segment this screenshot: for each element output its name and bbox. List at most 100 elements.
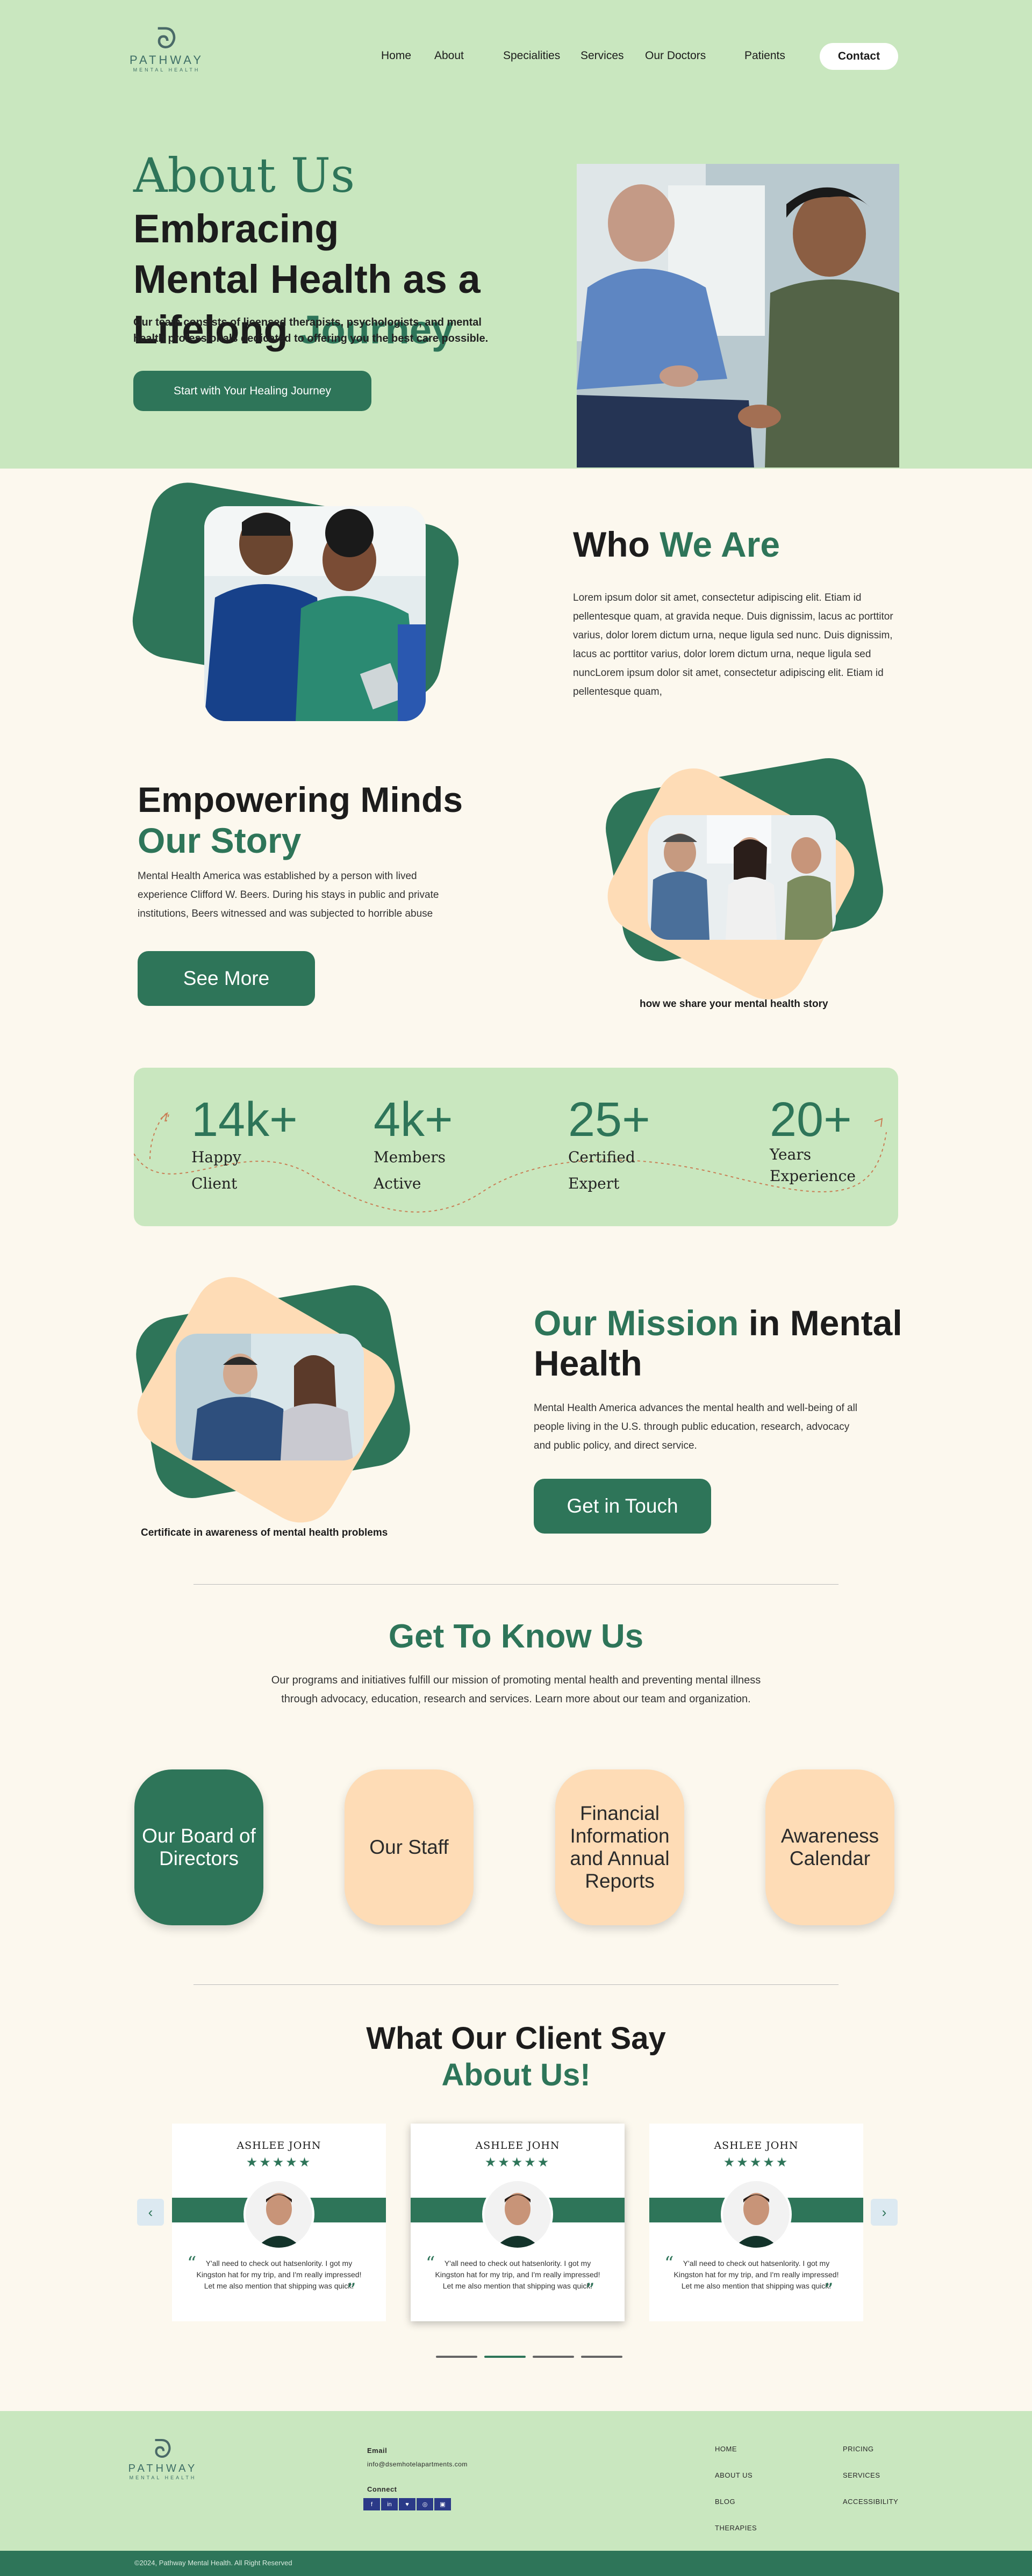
email-label: Email [367, 2447, 388, 2455]
copyright-bar: ©2024, Pathway Mental Health. All Right … [0, 2551, 1032, 2576]
stat-label: Years [770, 1146, 812, 1163]
brand-tagline: MENTAL HEALTH [133, 67, 200, 73]
testimonial-card: ASHLEE JOHN ★★★★★ “ Y'all need to check … [172, 2124, 386, 2321]
footer: ᘐ PATHWAY MENTAL HEALTH [0, 2411, 1032, 2551]
connect-label: Connect [367, 2485, 397, 2493]
testimonial-quote: Y'all need to check out hatsenlority. I … [435, 2259, 600, 2290]
facebook-icon[interactable]: f [363, 2498, 380, 2510]
healing-journey-button[interactable]: Start with Your Healing Journey [133, 371, 371, 411]
rating-stars-icon: ★★★★★ [723, 2155, 790, 2170]
see-more-button[interactable]: See More [138, 951, 315, 1006]
nav-patients[interactable]: Patients [744, 49, 785, 62]
rating-stars-icon: ★★★★★ [484, 2155, 551, 2170]
avatar [721, 2179, 792, 2250]
mission-title: Our Mission in Mental Health [534, 1303, 902, 1384]
stat-value: 4k+ [374, 1093, 453, 1147]
group-therapy-photo [648, 815, 836, 940]
card-awareness-calendar[interactable]: Awareness Calendar [765, 1769, 894, 1925]
who-we-are-title: Who We Are [573, 524, 780, 565]
clients-title: What Our Client Say About Us! [0, 2020, 1032, 2093]
mission-title-c: Health [534, 1343, 642, 1383]
get-in-touch-button[interactable]: Get in Touch [534, 1479, 711, 1534]
twitter-icon[interactable]: ♥ [399, 2498, 415, 2510]
testimonial-name: ASHLEE JOHN [236, 2140, 321, 2152]
carousel-prev-button[interactable]: ‹ [137, 2199, 164, 2226]
nav-about[interactable]: About [434, 49, 464, 62]
story-title: Empowering Minds Our Story [138, 779, 463, 861]
quote-close-icon: ” [824, 2279, 834, 2301]
carousel-dot[interactable] [533, 2356, 574, 2358]
testimonial-name: ASHLEE JOHN [714, 2140, 799, 2152]
youtube-icon[interactable]: ▣ [434, 2498, 451, 2510]
stat-label: Experience [770, 1167, 856, 1185]
footer-link-services[interactable]: SERVICES [843, 2471, 880, 2479]
hero-title-line1: Embracing [133, 206, 339, 251]
brand-name: PATHWAY [129, 53, 204, 67]
testimonial-card: ASHLEE JOHN ★★★★★ “ Y'all need to check … [649, 2124, 863, 2321]
clients-title-a: What Our Client Say [366, 2021, 666, 2056]
story-title-a: Empowering Minds [138, 780, 463, 819]
brand-name: PATHWAY [128, 2463, 198, 2474]
hero-section: ᘐ PATHWAY MENTAL HEALTH Home About Speci… [0, 0, 1032, 469]
who-title-a: Who [573, 524, 650, 564]
mission-caption: Certificate in awareness of mental healt… [141, 1527, 388, 1538]
mission-title-b: in Mental [748, 1303, 902, 1343]
stat-members-active: 4k+ Members Active [374, 1096, 453, 1197]
footer-link-therapies[interactable]: THERAPIES [715, 2524, 757, 2532]
footer-link-blog[interactable]: BLOG [715, 2498, 735, 2506]
copyright-text: ©2024, Pathway Mental Health. All Right … [134, 2559, 292, 2567]
quote-close-icon: ” [347, 2279, 356, 2301]
footer-logo[interactable]: ᘐ PATHWAY MENTAL HEALTH [128, 2435, 198, 2481]
brand-logo[interactable]: ᘐ PATHWAY MENTAL HEALTH [129, 24, 204, 73]
stat-happy-client: 14k+ Happy Client [191, 1096, 298, 1197]
carousel-dot[interactable] [436, 2356, 477, 2358]
linkedin-icon[interactable]: in [381, 2498, 398, 2510]
contact-button[interactable]: Contact [820, 43, 898, 70]
testimonial-card: ASHLEE JOHN ★★★★★ “ Y'all need to check … [411, 2124, 625, 2321]
nav-specialities[interactable]: Specialities [503, 49, 560, 62]
footer-link-home[interactable]: HOME [715, 2445, 737, 2453]
stat-value: 25+ [568, 1093, 650, 1147]
section-divider [194, 1584, 838, 1585]
footer-link-about[interactable]: ABOUT US [715, 2471, 752, 2479]
instagram-icon[interactable]: ◎ [417, 2498, 433, 2510]
who-we-are-body: Lorem ipsum dolor sit amet, consectetur … [573, 592, 893, 697]
stat-label: Client [191, 1175, 238, 1192]
brand-mark-icon: ᘐ [154, 2435, 172, 2464]
know-title: Get To Know Us [388, 1618, 644, 1655]
footer-link-accessibility[interactable]: ACCESSIBILITY [843, 2498, 898, 2506]
nav-home[interactable]: Home [381, 49, 411, 62]
hero-title-about: About Us [133, 148, 355, 203]
rating-stars-icon: ★★★★★ [246, 2155, 312, 2170]
nav-our-doctors[interactable]: Our Doctors [645, 49, 706, 62]
carousel-dot[interactable] [581, 2356, 622, 2358]
stat-label: Happy [191, 1148, 241, 1166]
mission-title-a: Our Mission [534, 1303, 739, 1343]
card-board-of-directors[interactable]: Our Board of Directors [134, 1769, 263, 1925]
carousel-next-button[interactable]: › [871, 2199, 898, 2226]
know-body: Our programs and initiatives fulfill our… [271, 1674, 761, 1705]
doctors-photo [204, 506, 426, 721]
footer-link-pricing[interactable]: PRICING [843, 2445, 874, 2453]
card-financial-reports[interactable]: Financial Information and Annual Reports [555, 1769, 684, 1925]
stat-label: Active [374, 1175, 421, 1192]
couple-counseling-photo [176, 1334, 364, 1460]
nav-services[interactable]: Services [580, 49, 624, 62]
stat-certified-expert: 25+ Certified Expert [568, 1096, 650, 1197]
mission-body: Mental Health America advances the menta… [534, 1402, 858, 1451]
testimonial-name: ASHLEE JOHN [475, 2140, 560, 2152]
stat-value: 20+ [770, 1093, 852, 1147]
hero-counseling-photo [577, 164, 899, 467]
stat-value: 14k+ [191, 1093, 298, 1147]
avatar [482, 2179, 553, 2250]
email-link[interactable]: info@dsemhotelapartments.com [367, 2460, 468, 2468]
carousel-dot-active[interactable] [484, 2356, 526, 2358]
quote-close-icon: ” [585, 2279, 595, 2301]
card-our-staff[interactable]: Our Staff [345, 1769, 474, 1925]
brand-tagline: MENTAL HEALTH [129, 2475, 197, 2480]
testimonial-quote: Y'all need to check out hatsenlority. I … [673, 2259, 839, 2290]
hero-description: Our team consists of licensed therapists… [133, 316, 489, 344]
section-divider [194, 1984, 838, 1985]
story-caption: how we share your mental health story [640, 998, 828, 1010]
clients-title-b: About Us! [441, 2057, 591, 2092]
